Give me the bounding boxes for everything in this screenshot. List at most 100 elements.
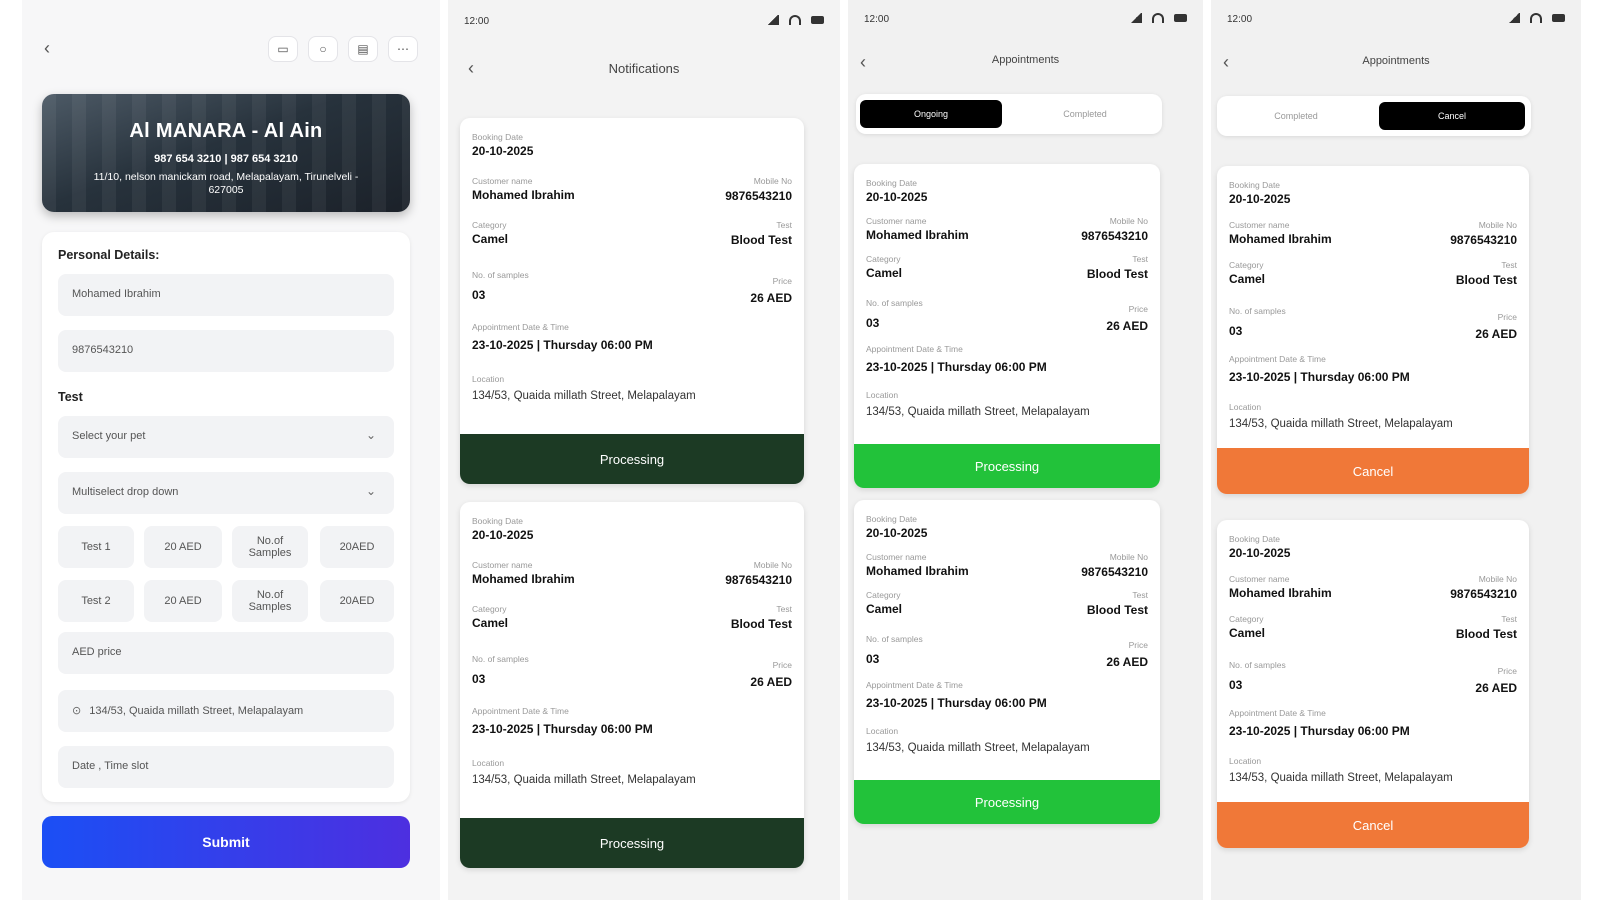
booking-form: Personal Details: Mohamed Ibrahim 987654… xyxy=(42,232,410,802)
status-bar: 12:00 xyxy=(1211,12,1581,28)
battery-icon xyxy=(1552,14,1565,22)
tab-ongoing[interactable]: Ongoing xyxy=(860,100,1002,128)
card-row: No. of samples 03 Price 26 AED xyxy=(1229,660,1517,695)
price-label: Price xyxy=(772,276,792,286)
location-value: 134/53, Quaida millath Street, Melapalay… xyxy=(866,742,1090,754)
mobile-label: Mobile No xyxy=(1478,574,1517,584)
samples-value: 03 xyxy=(1229,324,1243,338)
samples-value: 03 xyxy=(472,672,486,686)
card-row: Location 134/53, Quaida millath Street, … xyxy=(472,374,792,402)
test-total-chip[interactable]: 20AED xyxy=(320,580,394,622)
back-icon[interactable]: ‹ xyxy=(44,38,50,59)
processing-button[interactable]: Processing xyxy=(460,434,804,484)
name-field[interactable]: Mohamed Ibrahim xyxy=(58,274,394,316)
test-name-chip[interactable]: Test 2 xyxy=(58,580,134,622)
booking-date-label: Booking Date xyxy=(472,516,524,526)
booking-date: 20-10-2025 xyxy=(1229,546,1291,560)
category-label: Category xyxy=(472,220,507,230)
test-label: Test xyxy=(1501,260,1517,270)
mobile-number: 9876543210 xyxy=(1450,587,1517,601)
appointment-tabs: Ongoing Completed xyxy=(856,94,1162,134)
samples-label: No. of samples xyxy=(866,634,923,644)
venue-address: 11/10, nelson manickam road, Melapalayam… xyxy=(93,171,359,196)
calendar-icon[interactable]: ▭ xyxy=(268,36,298,62)
aed-price-field[interactable]: AED price xyxy=(58,632,394,674)
card-row: Category Camel Test Blood Test xyxy=(472,604,792,631)
datetime-field[interactable]: Date , Time slot xyxy=(58,746,394,788)
tab-completed[interactable]: Completed xyxy=(1012,100,1158,128)
test-value: Blood Test xyxy=(730,233,792,247)
card-row: No. of samples 03 Price 26 AED xyxy=(472,654,792,689)
submit-button[interactable]: Submit xyxy=(42,816,410,868)
appointment-label: Appointment Date & Time xyxy=(1229,708,1326,718)
battery-icon xyxy=(1174,14,1187,22)
booking-date: 20-10-2025 xyxy=(866,526,928,540)
customer-label: Customer name xyxy=(472,176,533,186)
venue-phones: 987 654 3210 | 987 654 3210 xyxy=(154,153,298,165)
test-value: Blood Test xyxy=(1086,267,1148,281)
processing-button[interactable]: Processing xyxy=(460,818,804,868)
appointment-label: Appointment Date & Time xyxy=(866,344,963,354)
test-total-chip[interactable]: 20AED xyxy=(320,526,394,568)
page-title: Notifications xyxy=(608,61,680,76)
card-row: Location 134/53, Quaida millath Street, … xyxy=(472,758,792,786)
card-row: Category Camel Test Blood Test xyxy=(1229,260,1517,287)
appointment-datetime: 23-10-2025 | Thursday 06:00 PM xyxy=(866,696,1047,710)
aed-price-placeholder: AED price xyxy=(72,646,122,658)
phone-field[interactable]: 9876543210 xyxy=(58,330,394,372)
signal-icon xyxy=(1130,13,1142,23)
signal-icon xyxy=(1508,13,1520,23)
processing-button[interactable]: Processing xyxy=(854,780,1160,824)
appointment-datetime: 23-10-2025 | Thursday 06:00 PM xyxy=(1229,370,1410,384)
card-row: Category Camel Test Blood Test xyxy=(866,254,1148,281)
battery-icon xyxy=(811,16,824,24)
cancel-button[interactable]: Cancel xyxy=(1217,802,1529,848)
card-row: Location 134/53, Quaida millath Street, … xyxy=(1229,756,1517,784)
card-row: Booking Date 20-10-2025 xyxy=(866,178,1148,204)
tab-cancel[interactable]: Cancel xyxy=(1379,102,1525,130)
phone-value: 9876543210 xyxy=(72,344,134,356)
chat-icon[interactable]: ○ xyxy=(308,36,338,62)
card-row: Customer name Mohamed Ibrahim Mobile No … xyxy=(472,176,792,203)
card-row: Appointment Date & Time 23-10-2025 | Thu… xyxy=(1229,354,1517,384)
report-icon[interactable]: ▤ xyxy=(348,36,378,62)
location-pin-icon: ⊙ xyxy=(72,705,82,717)
samples-label: No. of samples xyxy=(472,654,529,664)
samples-value: 03 xyxy=(1229,678,1243,692)
test-price-chip[interactable]: 20 AED xyxy=(144,580,222,622)
status-time: 12:00 xyxy=(1227,14,1253,25)
status-time: 12:00 xyxy=(464,16,490,27)
mobile-label: Mobile No xyxy=(1478,220,1517,230)
test-samples-chip[interactable]: No.of Samples xyxy=(232,580,308,622)
card-row: Booking Date 20-10-2025 xyxy=(472,516,792,542)
card-row: Appointment Date & Time 23-10-2025 | Thu… xyxy=(472,706,792,736)
wifi-icon xyxy=(1530,13,1542,23)
test-label: Test xyxy=(1132,590,1148,600)
price-value: 26 AED xyxy=(750,291,792,305)
tab-completed[interactable]: Completed xyxy=(1221,102,1371,130)
mobile-number: 9876543210 xyxy=(725,189,792,203)
more-icon[interactable]: ⋯ xyxy=(388,36,418,62)
card-row: Location 134/53, Quaida millath Street, … xyxy=(1229,402,1517,430)
customer-label: Customer name xyxy=(1229,574,1290,584)
cancel-button[interactable]: Cancel xyxy=(1217,448,1529,494)
location-field[interactable]: ⊙ 134/53, Quaida millath Street, Melapala… xyxy=(58,690,394,732)
multiselect-dropdown[interactable]: Multiselect drop down ⌄ xyxy=(58,472,394,514)
test-price-chip[interactable]: 20 AED xyxy=(144,526,222,568)
mobile-label: Mobile No xyxy=(1109,552,1148,562)
test-name-chip[interactable]: Test 1 xyxy=(58,526,134,568)
test-samples-chip[interactable]: No.of Samples xyxy=(232,526,308,568)
card-row: Location 134/53, Quaida millath Street, … xyxy=(866,390,1148,418)
pet-select[interactable]: Select your pet ⌄ xyxy=(58,416,394,458)
processing-button[interactable]: Processing xyxy=(854,444,1160,488)
card-row: Booking Date 20-10-2025 xyxy=(1229,180,1517,206)
mobile-label: Mobile No xyxy=(753,560,792,570)
booking-date-label: Booking Date xyxy=(866,514,918,524)
card-row: Category Camel Test Blood Test xyxy=(472,220,792,247)
price-label: Price xyxy=(772,660,792,670)
status-bar: 12:00 xyxy=(448,14,840,30)
mobile-number: 9876543210 xyxy=(725,573,792,587)
card-row: Booking Date 20-10-2025 xyxy=(1229,534,1517,560)
appointment-label: Appointment Date & Time xyxy=(866,680,963,690)
samples-label: No. of samples xyxy=(472,270,529,280)
